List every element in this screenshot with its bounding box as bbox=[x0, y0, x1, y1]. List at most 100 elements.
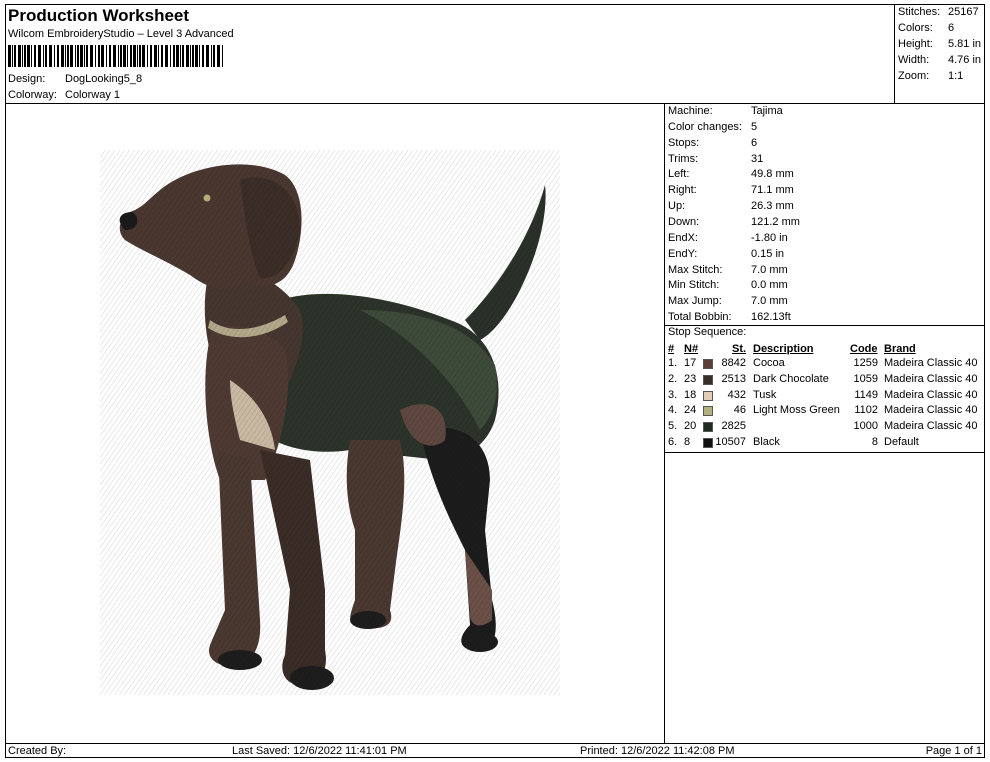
machine-info-row: Max Stitch: 7.0 mm bbox=[668, 264, 788, 276]
machine-info-row: Down: 121.2 mm bbox=[668, 216, 800, 228]
row-num: 4. bbox=[668, 404, 678, 417]
row-stitches: 10507 bbox=[715, 436, 746, 448]
summary-label: Width: bbox=[898, 54, 930, 66]
row-code: 1000 bbox=[853, 420, 878, 433]
machine-info-label: Left: bbox=[668, 168, 690, 181]
machine-info-label: Color changes: bbox=[668, 120, 742, 133]
row-brand: Madeira Classic 40 bbox=[884, 372, 978, 385]
col-st: St. bbox=[732, 343, 747, 355]
row-n: 8 bbox=[684, 436, 691, 448]
last-saved: Last Saved: 12/6/2022 11:41:01 PM bbox=[232, 745, 407, 757]
machine-info-value: 7.0 mm bbox=[751, 263, 788, 276]
colorway-label: Colorway: bbox=[8, 89, 57, 101]
table-row: 5. 20 2825 1000 Madeira Classic 40 bbox=[668, 420, 983, 434]
machine-info-value: 26.3 mm bbox=[751, 200, 794, 213]
col-num: # bbox=[668, 343, 675, 355]
table-row: 3. 18 432 Tusk 1149 Madeira Classic 40 bbox=[668, 389, 983, 403]
stop-sequence-title: Stop Sequence: bbox=[668, 326, 747, 338]
machine-info-row: Max Jump: 7.0 mm bbox=[668, 295, 788, 307]
machine-info-value: 0.15 in bbox=[751, 247, 785, 260]
row-num: 3. bbox=[668, 388, 678, 401]
summary-value: 4.76 in bbox=[948, 54, 982, 66]
row-description: Tusk bbox=[753, 388, 777, 401]
machine-info-value: 5 bbox=[751, 120, 758, 133]
color-swatch bbox=[703, 359, 713, 369]
machine-info-label: Min Stitch: bbox=[668, 279, 720, 292]
footer: Created By: Last Saved: 12/6/2022 11:41:… bbox=[5, 743, 985, 759]
software-name: Wilcom EmbroideryStudio – Level 3 Advanc… bbox=[8, 28, 234, 40]
row-num: 6. bbox=[668, 436, 678, 448]
table-row: 2. 23 2513 Dark Chocolate 1059 Madeira C… bbox=[668, 373, 983, 387]
color-swatch bbox=[703, 438, 713, 448]
row-description: Dark Chocolate bbox=[753, 372, 829, 385]
row-brand: Madeira Classic 40 bbox=[884, 357, 978, 369]
printed: Printed: 12/6/2022 11:42:08 PM bbox=[580, 745, 735, 757]
row-stitches: 8842 bbox=[721, 357, 746, 369]
stitch-texture bbox=[100, 150, 560, 695]
machine-info-label: Max Jump: bbox=[668, 295, 722, 308]
machine-info-label: EndX: bbox=[668, 231, 698, 244]
summary-row: Height: 5.81 in bbox=[898, 38, 981, 50]
row-n: 24 bbox=[684, 404, 697, 417]
row-n: 18 bbox=[684, 388, 697, 401]
machine-info-row: EndX: -1.80 in bbox=[668, 232, 788, 244]
row-num: 5. bbox=[668, 420, 678, 433]
row-brand: Madeira Classic 40 bbox=[884, 404, 978, 417]
machine-info-label: Up: bbox=[668, 200, 686, 213]
summary-value: 1:1 bbox=[948, 70, 964, 82]
machine-info-value: 162.13ft bbox=[751, 311, 791, 324]
row-n: 20 bbox=[684, 420, 697, 433]
page-number: Page 1 of 1 bbox=[925, 745, 982, 757]
machine-info-label: Stops: bbox=[668, 136, 700, 149]
machine-info-value: -1.80 in bbox=[751, 231, 788, 244]
machine-info-value: 31 bbox=[751, 152, 764, 165]
row-code: 1102 bbox=[854, 404, 878, 417]
machine-info-row: Trims: 31 bbox=[668, 153, 763, 165]
row-num: 1. bbox=[668, 357, 678, 369]
machine-info-value: 49.8 mm bbox=[751, 168, 794, 181]
row-code: 8 bbox=[871, 436, 878, 448]
machine-info-label: Down: bbox=[668, 215, 700, 228]
color-swatch bbox=[703, 422, 713, 433]
machine-info-row: Min Stitch: 0.0 mm bbox=[668, 279, 788, 291]
row-brand: Default bbox=[884, 436, 919, 448]
summary-label: Height: bbox=[898, 38, 933, 50]
colorway-row: Colorway: Colorway 1 bbox=[8, 89, 120, 101]
machine-info-value: 121.2 mm bbox=[751, 215, 800, 228]
machine-info-value: 7.0 mm bbox=[751, 295, 788, 308]
row-brand: Madeira Classic 40 bbox=[884, 420, 978, 433]
machine-info-row: Left: 49.8 mm bbox=[668, 168, 794, 180]
page-title: Production Worksheet bbox=[8, 6, 190, 25]
colorway-value: Colorway 1 bbox=[65, 89, 121, 101]
machine-info-row: Right: 71.1 mm bbox=[668, 184, 794, 196]
machine-info-label: Right: bbox=[668, 184, 697, 197]
machine-info-value: 71.1 mm bbox=[751, 184, 794, 197]
summary-label: Colors: bbox=[898, 22, 933, 34]
design-label: Design: bbox=[8, 73, 46, 85]
row-code: 1259 bbox=[853, 357, 878, 369]
col-code: Code bbox=[850, 343, 878, 355]
machine-info-label: EndY: bbox=[668, 247, 698, 260]
row-stitches: 2825 bbox=[721, 420, 746, 433]
row-brand: Madeira Classic 40 bbox=[884, 388, 978, 401]
row-description: Light Moss Green bbox=[753, 404, 840, 417]
created-by: Created By: bbox=[8, 745, 67, 757]
col-description: Description bbox=[753, 343, 814, 355]
summary-value: 5.81 in bbox=[948, 38, 982, 50]
machine-info-row: Machine: Tajima bbox=[668, 105, 783, 117]
col-n: N# bbox=[684, 343, 699, 355]
color-swatch bbox=[703, 406, 713, 417]
machine-info-row: Total Bobbin: 162.13ft bbox=[668, 311, 791, 323]
machine-info-label: Trims: bbox=[668, 152, 699, 165]
summary-label: Stitches: bbox=[898, 6, 941, 18]
summary-row: Stitches: 25167 bbox=[898, 6, 979, 18]
machine-info-row: EndY: 0.15 in bbox=[668, 248, 784, 260]
design-value: DogLooking5_8 bbox=[65, 73, 143, 85]
machine-info-label: Total Bobbin: bbox=[668, 311, 732, 324]
machine-info-label: Machine: bbox=[668, 105, 713, 117]
machine-info-row: Color changes: 5 bbox=[668, 121, 757, 133]
row-n: 17 bbox=[684, 357, 697, 369]
row-n: 23 bbox=[684, 372, 697, 385]
summary-value: 25167 bbox=[948, 6, 979, 18]
row-stitches: 432 bbox=[727, 388, 746, 401]
